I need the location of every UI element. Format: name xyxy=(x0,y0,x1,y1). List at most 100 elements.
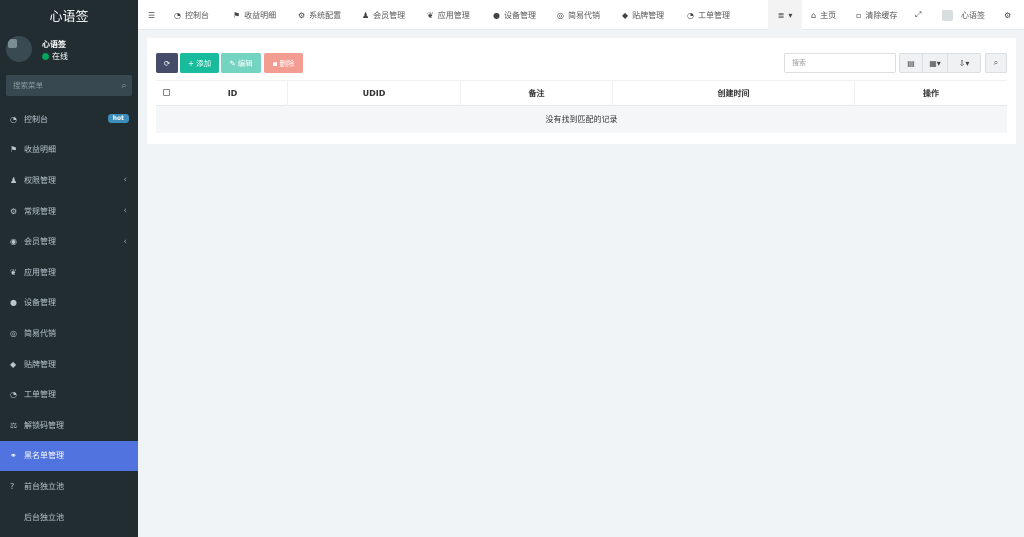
online-status-icon xyxy=(42,53,49,60)
tab-branding[interactable]: ◆ 贴牌管理 xyxy=(622,0,664,30)
column-header-created-time[interactable]: 创建时间 xyxy=(612,81,854,106)
flag-icon: ⚑ xyxy=(233,10,241,20)
account-menu[interactable]: 心语签 xyxy=(942,0,985,30)
sidebar-item-label: 设备管理 xyxy=(24,298,56,308)
account-name: 心语签 xyxy=(961,10,985,20)
tab-members[interactable]: ♟ 会员管理 xyxy=(362,0,405,30)
chevron-left-icon: ‹ xyxy=(123,206,127,217)
sidebar-item-label: 贴牌管理 xyxy=(24,359,56,369)
circle-icon: ● xyxy=(10,298,17,308)
tab-label: 控制台 xyxy=(184,10,209,20)
table-header: ID UDID 备注 创建时间 操作 xyxy=(156,80,1007,106)
sidebar-item-label: 收益明细 xyxy=(24,145,56,155)
bicycle-icon: ⚭ xyxy=(10,451,17,461)
empty-table-message: 没有找到匹配的记录 xyxy=(156,106,1007,133)
sidebar-item-members[interactable]: ◉ 会员管理 ‹ xyxy=(0,226,138,257)
edit-button[interactable]: ✎ 编辑 xyxy=(221,53,261,73)
sidebar-item-branding[interactable]: ◆ 贴牌管理 xyxy=(0,349,138,380)
sidebar-item-blacklist[interactable]: ⚭ 黑名单管理 xyxy=(0,440,138,472)
balance-scale-icon: ⚖ xyxy=(10,420,18,430)
pencil-icon: ✎ xyxy=(229,58,236,68)
spotify-icon: ◎ xyxy=(557,10,564,20)
caret-down-icon: ▾ xyxy=(936,58,941,68)
sidebar-item-back-pool[interactable]: 后台独立池 xyxy=(0,502,138,533)
tags-icon: ◆ xyxy=(10,359,17,369)
export-button[interactable]: ⇩ ▾ xyxy=(947,53,981,73)
sidebar-item-permissions[interactable]: ♟ 权限管理 ‹ xyxy=(0,165,138,196)
flag-icon: ⚑ xyxy=(10,145,18,155)
sidebar-item-devices[interactable]: ● 设备管理 xyxy=(0,288,138,319)
column-header-remark[interactable]: 备注 xyxy=(460,81,612,106)
clear-cache-button[interactable]: ▫ 清除缓存 xyxy=(856,0,897,30)
select-all-checkbox[interactable] xyxy=(163,89,170,96)
user-circle-icon: ◉ xyxy=(10,237,17,247)
tab-label: 工单管理 xyxy=(697,10,730,20)
brand-logo[interactable]: 心语签 xyxy=(0,0,138,30)
users-icon: ♟ xyxy=(10,175,18,185)
tab-tickets[interactable]: ◔ 工单管理 xyxy=(687,0,730,30)
caret-down-icon: ▾ xyxy=(788,10,793,20)
refresh-icon: ⟳ xyxy=(163,58,171,68)
add-label: 添加 xyxy=(196,58,212,68)
sidebar-item-unlock-codes[interactable]: ⚖ 解锁码管理 xyxy=(0,410,138,441)
hamburger-icon: ☰ xyxy=(148,10,156,20)
home-label: 主页 xyxy=(820,10,837,20)
leaf-icon: ❦ xyxy=(427,10,434,20)
tab-dashboard[interactable]: ◔ 控制台 xyxy=(174,0,209,30)
trash-icon: ▪ xyxy=(272,58,278,68)
add-button[interactable]: + 添加 xyxy=(180,53,219,73)
sidebar-item-label: 简易代销 xyxy=(24,328,56,338)
sidebar-item-label: 会员管理 xyxy=(24,237,56,247)
sidebar-item-label: 工单管理 xyxy=(24,390,56,400)
tab-dropdown-button[interactable]: ≣ ▾ xyxy=(768,0,802,30)
expand-icon: ⤢ xyxy=(915,10,922,19)
clear-cache-label: 清除缓存 xyxy=(865,10,898,20)
sidebar-item-label: 常规管理 xyxy=(24,206,56,216)
refresh-button[interactable]: ⟳ xyxy=(156,53,178,73)
circle-icon: ● xyxy=(493,10,500,20)
sidebar-item-general[interactable]: ⚙ 常规管理 ‹ xyxy=(0,196,138,227)
user-name: 心语签 xyxy=(42,40,66,49)
sidebar-item-front-pool[interactable]: ? 前台独立池 xyxy=(0,471,138,502)
menu-toggle-button[interactable]: ☰ xyxy=(148,0,155,30)
trash-icon: ▫ xyxy=(856,10,862,20)
tab-earnings[interactable]: ⚑ 收益明细 xyxy=(233,0,276,30)
sidebar-item-dashboard[interactable]: ◔ 控制台 hot xyxy=(0,104,138,135)
sidebar-search-input[interactable] xyxy=(6,81,116,90)
leaf-icon: ❦ xyxy=(10,267,17,277)
sidebar-item-label: 权限管理 xyxy=(24,175,56,185)
sidebar-item-apps[interactable]: ❦ 应用管理 xyxy=(0,257,138,288)
table-search-input[interactable]: 搜索 xyxy=(784,53,896,73)
sidebar-item-label: 控制台 xyxy=(24,114,48,124)
sidebar-item-label: 解锁码管理 xyxy=(24,420,64,430)
edit-label: 编辑 xyxy=(237,58,253,68)
search-icon[interactable]: ⌕ xyxy=(116,81,132,91)
sidebar-search: ⌕ xyxy=(6,75,132,96)
columns-button[interactable]: ▦ ▾ xyxy=(922,53,948,73)
sidebar: 心语签 心语签 在线 ⌕ ◔ 控制台 hot ⚑ 收益明细 ♟ 权限管理 ‹ ⚙… xyxy=(0,0,138,537)
sidebar-item-resale[interactable]: ◎ 简易代销 xyxy=(0,318,138,349)
cog-icon: ⚙ xyxy=(298,10,306,20)
tab-label: 简易代销 xyxy=(567,10,600,20)
delete-button[interactable]: ▪ 删除 xyxy=(264,53,303,73)
toggle-view-button[interactable]: ▤ xyxy=(899,53,923,73)
list-icon: ≣ xyxy=(777,10,785,20)
tags-icon: ◆ xyxy=(622,10,629,20)
fullscreen-button[interactable]: ⤢ xyxy=(915,0,921,30)
delete-label: 删除 xyxy=(279,58,295,68)
tab-apps[interactable]: ❦ 应用管理 xyxy=(427,0,470,30)
settings-button[interactable]: ⚙ xyxy=(1004,0,1011,30)
sidebar-item-tickets[interactable]: ◔ 工单管理 xyxy=(0,379,138,410)
user-status: 在线 xyxy=(42,51,68,62)
cogs-icon: ⚙ xyxy=(10,206,18,216)
common-search-button[interactable]: ⌕ xyxy=(985,53,1007,73)
home-link[interactable]: ⌂ 主页 xyxy=(811,0,836,30)
tab-system-config[interactable]: ⚙ 系统配置 xyxy=(298,0,341,30)
tab-resale[interactable]: ◎ 简易代销 xyxy=(557,0,600,30)
sidebar-item-label: 应用管理 xyxy=(24,267,56,277)
tab-devices[interactable]: ● 设备管理 xyxy=(493,0,536,30)
column-header-id[interactable]: ID xyxy=(178,81,287,106)
sidebar-item-earnings[interactable]: ⚑ 收益明细 xyxy=(0,135,138,166)
top-navbar: ☰ ◔ 控制台 ⚑ 收益明细 ⚙ 系统配置 ♟ 会员管理 ❦ 应用管理 ● 设备管理 ◎ 简易… xyxy=(138,0,1024,30)
column-header-udid[interactable]: UDID xyxy=(287,81,460,106)
